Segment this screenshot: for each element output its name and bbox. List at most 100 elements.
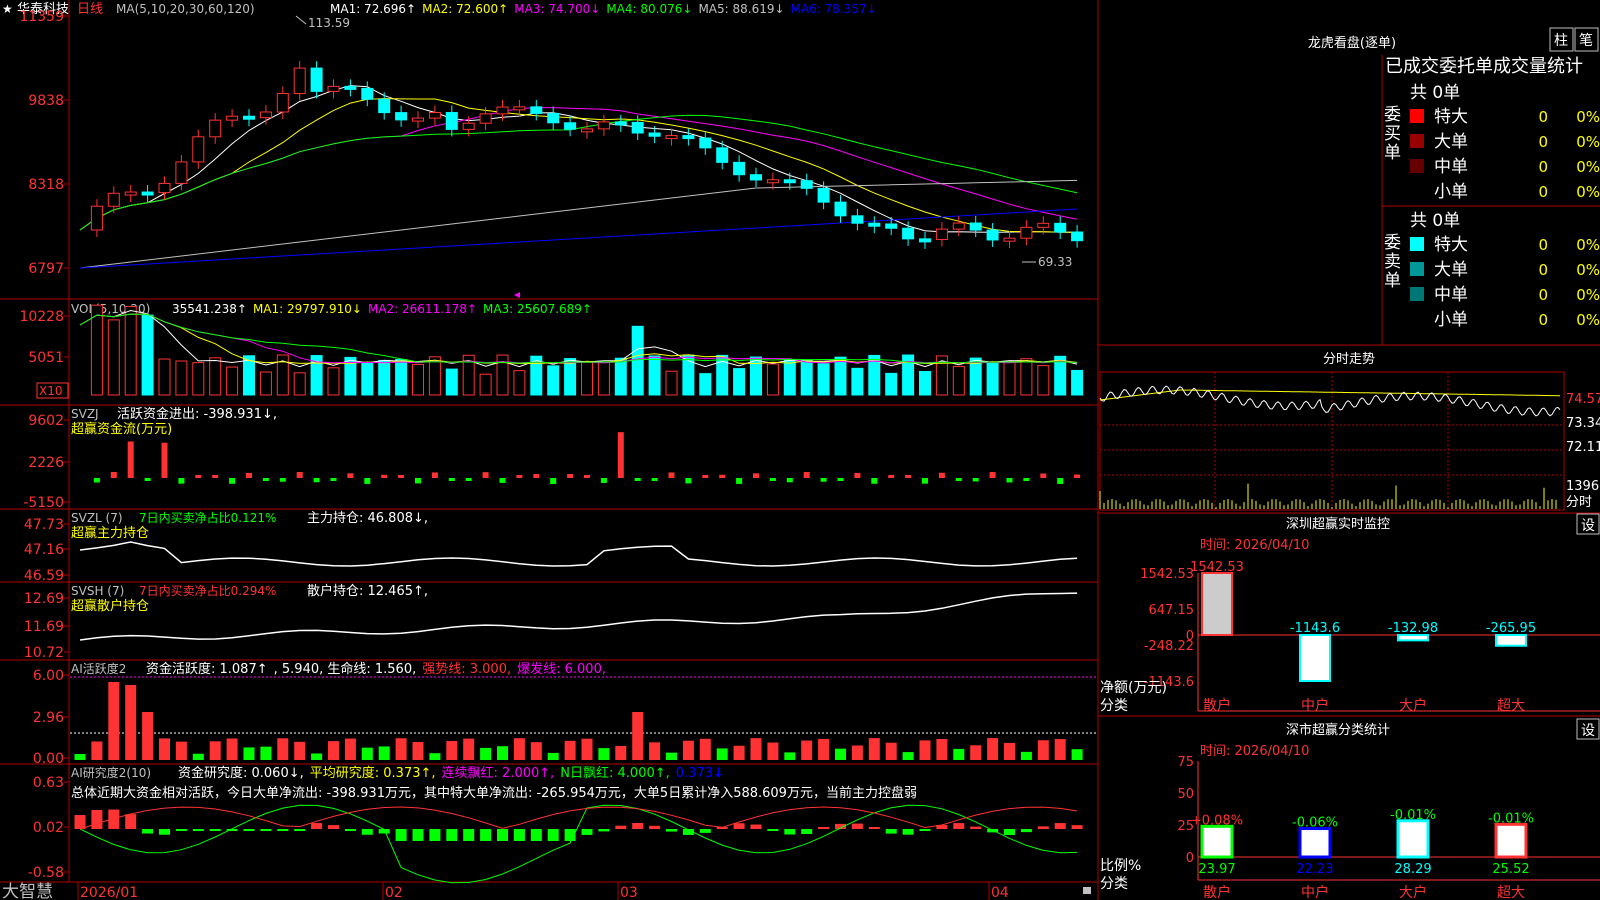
candle-body: [141, 191, 154, 196]
ai2-bar: [902, 829, 914, 835]
candle-body: [496, 106, 509, 115]
vol-value-1: MA1: 29797.910↓: [253, 302, 362, 316]
svzj-bar: [262, 478, 269, 481]
sell-total: 共 0单: [1410, 211, 1460, 231]
buy-row-name: 特大: [1434, 107, 1468, 127]
volume-bar: [209, 357, 222, 396]
sell-row-pct: 0%: [1576, 261, 1600, 279]
candle-body: [665, 135, 678, 140]
buy-row-name: 小单: [1434, 182, 1468, 202]
stats-category-label: 大户: [1399, 884, 1427, 900]
svzl-value: 主力持仓: 46.808↓,: [307, 511, 428, 526]
svzj-bar: [871, 478, 878, 484]
ai2-bar: [851, 823, 863, 829]
ma-value-0: MA1: 72.696↑: [330, 2, 416, 16]
ai1-bar: [513, 738, 525, 760]
svzj-bar: [127, 441, 134, 478]
intraday-price-tick: 73.34: [1566, 416, 1600, 431]
candle-body: [733, 161, 746, 176]
svzj-bar: [803, 472, 810, 478]
svzj-bar: [246, 472, 252, 478]
ai2-bar: [294, 829, 306, 831]
volume-bars: [90, 304, 1084, 396]
svzl-desc: 7日内买卖净占比0.121%: [139, 510, 276, 525]
ma-value-2: MA3: 74.700↓: [514, 2, 600, 16]
candle-body: [327, 85, 340, 92]
intraday-vol-tick: 1396: [1566, 479, 1599, 494]
volume-bar: [513, 370, 526, 396]
svzj-bar: [1074, 474, 1081, 478]
dragon-tiger-subtitle: 已成交委托单成交量统计: [1385, 56, 1583, 77]
ai1-bar: [716, 748, 728, 760]
buy-swatch: [1410, 109, 1424, 123]
ma-value-3: MA4: 80.076↓: [606, 2, 692, 16]
candle-body: [902, 227, 915, 240]
intraday-chart[interactable]: 74.57 73.34 72.11 1396分时: [1099, 371, 1600, 511]
ai1-bars: [70, 676, 1098, 760]
monitor-bar-label: -1143.6: [1290, 621, 1340, 636]
svzj-bar: [854, 472, 861, 478]
ai2-bar: [463, 829, 475, 841]
candle-body: [969, 222, 982, 231]
volume-bar: [141, 314, 154, 396]
ai1-bar: [1004, 742, 1015, 760]
ai2-bar: [953, 823, 965, 829]
svzj-bar: [229, 478, 236, 484]
ai1-bar: [818, 738, 830, 760]
volume-bar: [631, 325, 644, 396]
ai1-bar: [919, 740, 931, 760]
tick-mode-label: 笔: [1579, 33, 1593, 49]
intraday-price-tick: 72.11: [1566, 440, 1600, 455]
ai2-bar: [818, 827, 830, 829]
volume-bar: [648, 355, 661, 396]
svzj-bar: [195, 475, 202, 478]
ai1-bar: [649, 742, 661, 760]
price-tick: 6797: [28, 261, 64, 277]
ma3-line: [79, 106, 1078, 231]
ai1-bar: [581, 738, 593, 760]
lock-icon[interactable]: [1083, 887, 1091, 894]
svsh-desc: 7日内买卖净占比0.294%: [139, 583, 276, 598]
ai2-bar: [125, 814, 137, 829]
svzj-bar: [499, 478, 506, 483]
ai1-bar: [192, 753, 204, 760]
candlesticks[interactable]: [90, 61, 1084, 249]
ai1-tick: 0.00: [33, 751, 64, 767]
buy-row-count: 0: [1538, 158, 1548, 176]
vol-value-0: 35541.238↑: [172, 302, 247, 316]
candle-body: [648, 132, 661, 137]
svzj-bar: [431, 472, 438, 478]
volume-bar: [395, 359, 408, 396]
period-label[interactable]: 日线: [77, 2, 103, 17]
ai2-bar: [243, 829, 255, 831]
ai2-bar: [395, 829, 407, 841]
ai1-bar: [159, 738, 170, 760]
candle-body: [1020, 226, 1033, 239]
ai1-bar: [463, 738, 475, 760]
candle-body: [276, 93, 289, 113]
volume-bar: [733, 368, 746, 396]
ma-params: MA(5,10,20,30,60,120): [116, 2, 255, 16]
svzl-line: [79, 541, 1078, 567]
ai1-bar: [767, 742, 779, 760]
volume-bar: [445, 368, 458, 396]
bar-mode-label: 柱: [1554, 33, 1568, 49]
svzj-bar: [347, 473, 354, 478]
volume-bar: [783, 359, 796, 396]
ai2-bars: [74, 804, 1083, 884]
ai1-bar: [733, 745, 745, 760]
vol-values: 35541.238↑ MA1: 29797.910↓ MA2: 26611.178↑…: [172, 302, 592, 316]
svzj-bar: [398, 475, 405, 478]
sell-row-pct: 0%: [1576, 286, 1600, 304]
ai2-value-1: 平均研究度: 0.373↑,: [310, 765, 436, 781]
svzj-bar: [550, 478, 557, 484]
ai1-bar: [902, 752, 914, 760]
ai1-bar: [750, 738, 762, 760]
price-y-axis: 11359 9838 8318 6797: [19, 9, 64, 277]
svzj-bar: [381, 474, 388, 478]
monitor-settings-label: 设: [1581, 518, 1595, 534]
volume-bar: [547, 365, 560, 396]
volume-bar: [766, 363, 779, 396]
svzj-bar: [651, 478, 658, 481]
volume-bar: [1037, 365, 1050, 396]
